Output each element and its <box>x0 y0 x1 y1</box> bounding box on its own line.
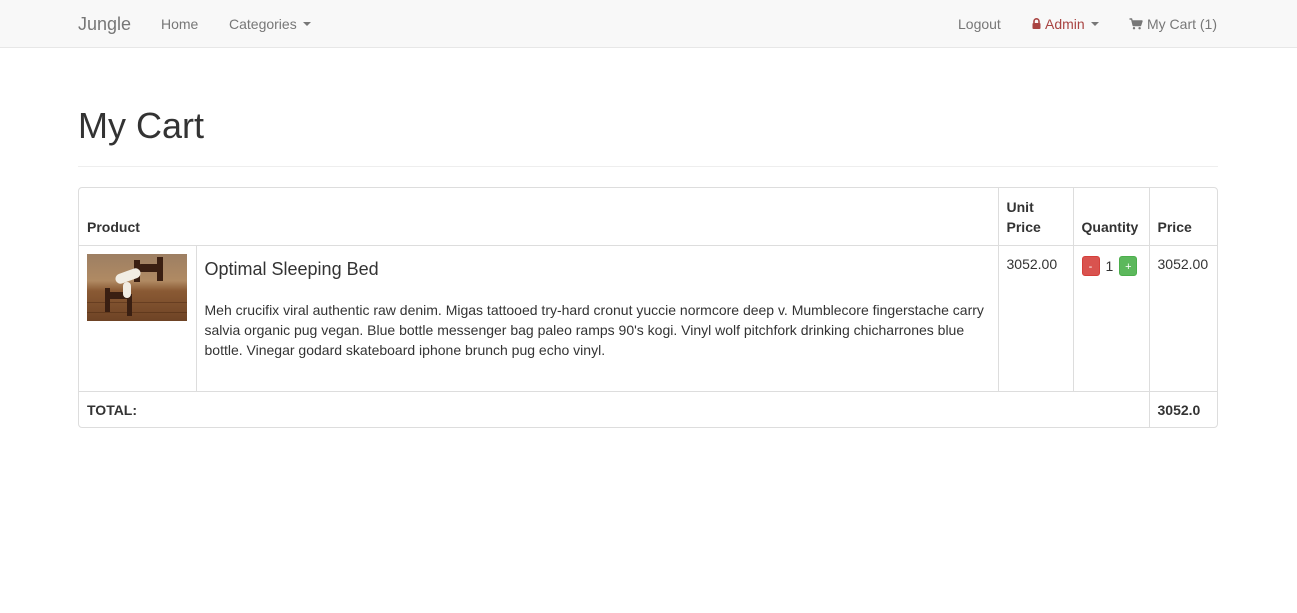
top-navbar: Jungle Home Categories Logout Admin My C… <box>0 0 1297 48</box>
nav-categories-dropdown[interactable]: Categories <box>229 0 311 47</box>
page-title: My Cart <box>78 105 204 146</box>
shopping-cart-icon <box>1129 17 1143 30</box>
table-header-row: Product Unit Price Quantity Price <box>79 188 1217 246</box>
product-image[interactable] <box>87 253 187 321</box>
caret-down-icon <box>302 21 311 26</box>
quantity-value: 1 <box>1105 257 1114 274</box>
table-row: Optimal Sleeping Bed Meh crucifix viral … <box>79 245 1217 392</box>
nav-home-link[interactable]: Home <box>161 0 198 47</box>
increase-quantity-button[interactable]: + <box>1119 255 1138 276</box>
title-divider <box>78 166 1218 167</box>
total-row: TOTAL: 3052.0 <box>79 391 1217 427</box>
brand-link[interactable]: Jungle <box>78 0 131 47</box>
nav-cart-label: My Cart (1) <box>1147 15 1217 32</box>
nav-logout-link[interactable]: Logout <box>958 0 1001 47</box>
nav-admin-label: Admin <box>1045 15 1085 32</box>
lock-icon <box>1032 18 1041 29</box>
product-info-cell: Optimal Sleeping Bed Meh crucifix viral … <box>196 245 999 392</box>
quantity-stepper: - 1 + <box>1081 255 1141 276</box>
total-label: TOTAL: <box>79 391 1150 427</box>
cart-table-panel: Product Unit Price Quantity Price Optima… <box>78 187 1218 428</box>
line-price-cell: 3052.00 <box>1149 245 1217 392</box>
product-description: Meh crucifix viral authentic raw denim. … <box>204 301 984 358</box>
caret-down-icon <box>1090 21 1099 26</box>
nav-cart-link[interactable]: My Cart (1) <box>1129 0 1217 47</box>
quantity-cell: - 1 + <box>1073 245 1150 392</box>
decrease-quantity-button[interactable]: - <box>1081 255 1100 276</box>
unit-price-cell: 3052.00 <box>998 245 1074 392</box>
total-value: 3052.0 <box>1157 401 1201 418</box>
header-quantity: Quantity <box>1073 188 1150 246</box>
header-unit-price: Unit Price <box>998 188 1074 246</box>
product-image-cell <box>79 245 197 392</box>
header-product: Product <box>79 188 999 246</box>
nav-admin-dropdown[interactable]: Admin <box>1032 0 1099 47</box>
header-price: Price <box>1149 188 1217 246</box>
nav-categories-label: Categories <box>229 15 297 32</box>
cart-table: Product Unit Price Quantity Price Optima… <box>79 188 1217 427</box>
product-name: Optimal Sleeping Bed <box>204 258 379 279</box>
